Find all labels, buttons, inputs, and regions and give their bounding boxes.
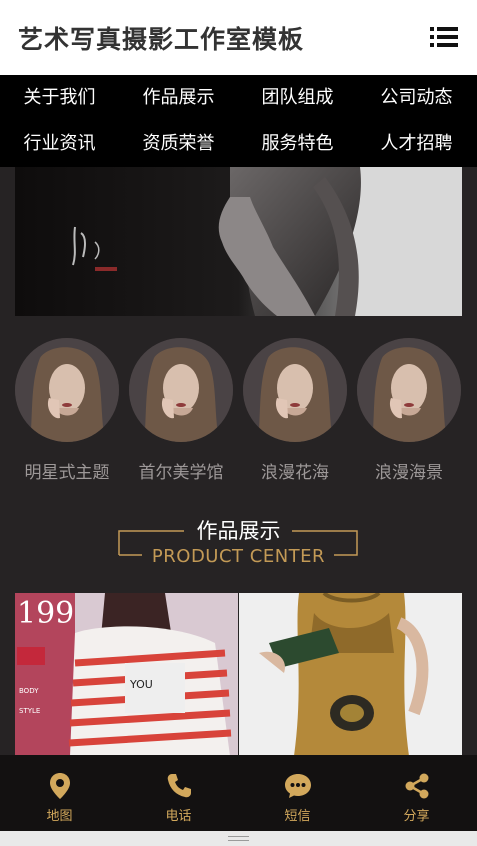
svg-text:YOU: YOU — [129, 678, 153, 691]
map-pin-icon — [50, 773, 70, 799]
category-item[interactable]: 浪漫海景 — [357, 338, 461, 483]
category-label: 浪漫花海 — [261, 463, 329, 483]
footer-label: 电话 — [165, 809, 192, 824]
bottom-handle-bar — [0, 831, 477, 846]
category-item[interactable]: 明星式主题 — [15, 338, 119, 483]
svg-text:199: 199 — [17, 596, 74, 631]
product-item[interactable]: YOU 199 BODY STYLE — [15, 593, 238, 756]
nav-item-news[interactable]: 公司动态 — [357, 75, 476, 121]
nav-item-works[interactable]: 作品展示 — [119, 75, 238, 121]
category-label: 浪漫海景 — [375, 463, 443, 483]
list-menu-icon[interactable] — [430, 26, 458, 48]
footer-bar: 地图 电话 短信 分享 — [0, 755, 477, 831]
nav-item-team[interactable]: 团队组成 — [238, 75, 357, 121]
footer-share-button[interactable]: 分享 — [357, 755, 476, 831]
footer-map-button[interactable]: 地图 — [0, 755, 119, 831]
category-label: 明星式主题 — [24, 463, 110, 483]
nav-item-honors[interactable]: 资质荣誉 — [119, 121, 238, 167]
phone-icon — [167, 774, 191, 798]
footer-label: 短信 — [284, 809, 311, 824]
category-label: 首尔美学馆 — [138, 463, 224, 483]
section-title: 作品展示 — [196, 519, 281, 543]
main-nav: 关于我们 作品展示 团队组成 公司动态 行业资讯 资质荣誉 服务特色 人才招聘 — [0, 75, 477, 167]
category-photo — [357, 338, 461, 442]
nav-item-services[interactable]: 服务特色 — [238, 121, 357, 167]
nav-item-industry[interactable]: 行业资讯 — [0, 121, 119, 167]
footer-label: 地图 — [46, 809, 73, 824]
site-header: 艺术写真摄影工作室模板 — [0, 0, 477, 75]
footer-phone-button[interactable]: 电话 — [119, 755, 238, 831]
drag-handle-icon[interactable] — [228, 836, 249, 841]
category-item[interactable]: 首尔美学馆 — [129, 338, 233, 483]
category-photo — [15, 338, 119, 442]
product-item[interactable] — [239, 593, 462, 756]
category-photo — [243, 338, 347, 442]
svg-text:STYLE: STYLE — [19, 707, 40, 715]
message-icon — [285, 774, 311, 798]
site-title: 艺术写真摄影工作室模板 — [18, 25, 305, 54]
nav-item-jobs[interactable]: 人才招聘 — [357, 121, 476, 167]
section-subtitle: PRODUCT CENTER — [151, 546, 326, 567]
footer-label: 分享 — [403, 809, 430, 824]
banner-image[interactable] — [15, 167, 462, 316]
category-item[interactable]: 浪漫花海 — [243, 338, 347, 483]
category-photo — [129, 338, 233, 442]
svg-text:BODY: BODY — [19, 687, 39, 695]
share-icon — [405, 773, 429, 799]
nav-item-about[interactable]: 关于我们 — [0, 75, 119, 121]
footer-sms-button[interactable]: 短信 — [238, 755, 357, 831]
